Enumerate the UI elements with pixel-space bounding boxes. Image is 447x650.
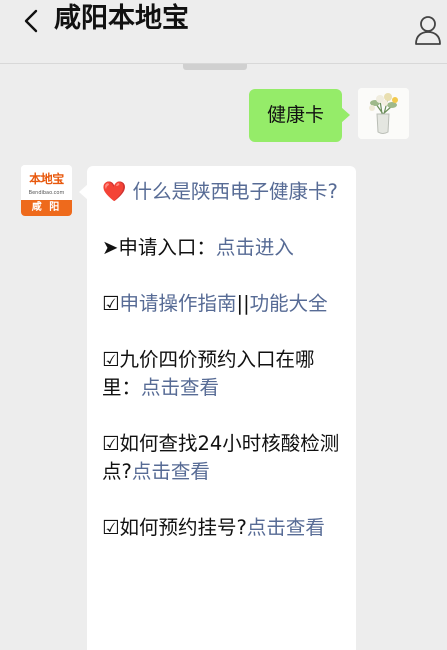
outgoing-message-bubble[interactable]: 健康卡: [249, 89, 350, 142]
link-what-is-health-card[interactable]: 什么是陕西电子健康卡?: [132, 180, 337, 203]
checkbox-icon: ☑: [102, 348, 120, 371]
checkbox-icon: ☑: [102, 432, 120, 455]
link-application-guide[interactable]: 申请操作指南: [119, 292, 236, 315]
link-click-view[interactable]: 点击查看: [132, 460, 210, 483]
checkbox-icon: ☑: [102, 292, 120, 315]
chat-title: 咸阳本地宝: [54, 3, 189, 34]
checkbox-icon: ☑: [102, 516, 120, 539]
flower-vase-avatar-image: [358, 88, 409, 139]
incoming-message-bubble: ❤️ 什么是陕西电子健康卡? ➤申请入口：点击进入 ☑申请操作指南||功能大全 …: [79, 166, 356, 650]
message-item-testing-sites: ☑如何查找24小时核酸检测点?点击查看: [102, 430, 344, 486]
message-item-appointment: ☑如何预约挂号?点击查看: [102, 514, 344, 542]
item-label: 申请入口：: [118, 236, 216, 259]
link-click-view[interactable]: 点击查看: [141, 376, 219, 399]
my-avatar[interactable]: [358, 88, 409, 139]
link-click-view[interactable]: 点击查看: [247, 516, 325, 539]
link-features[interactable]: 功能大全: [250, 292, 328, 315]
separator-text: ||: [236, 292, 250, 315]
bendibao-logo: 本地宝 Bendibao.com: [21, 165, 72, 200]
item-label: 如何预约挂号?: [119, 516, 247, 539]
outgoing-message-text: 健康卡: [266, 104, 324, 126]
message-item-guide: ☑申请操作指南||功能大全: [102, 290, 344, 318]
message-item-health-card: ❤️ 什么是陕西电子健康卡?: [102, 178, 344, 206]
official-account-avatar[interactable]: 本地宝 Bendibao.com 咸 阳: [21, 165, 72, 216]
message-item-apply-entry: ➤申请入口：点击进入: [102, 234, 344, 262]
chat-header: 咸阳本地宝: [0, 0, 447, 64]
link-click-enter[interactable]: 点击进入: [216, 236, 294, 259]
arrow-bullet-icon: ➤: [102, 236, 119, 259]
user-profile-icon[interactable]: [414, 14, 442, 46]
message-item-hpv-vaccine: ☑九价四价预约入口在哪里：点击查看: [102, 346, 344, 402]
back-arrow-icon[interactable]: [20, 8, 42, 34]
scroll-indicator: [183, 64, 247, 70]
heart-icon: ❤️: [102, 180, 127, 203]
city-label: 咸 阳: [21, 200, 72, 216]
